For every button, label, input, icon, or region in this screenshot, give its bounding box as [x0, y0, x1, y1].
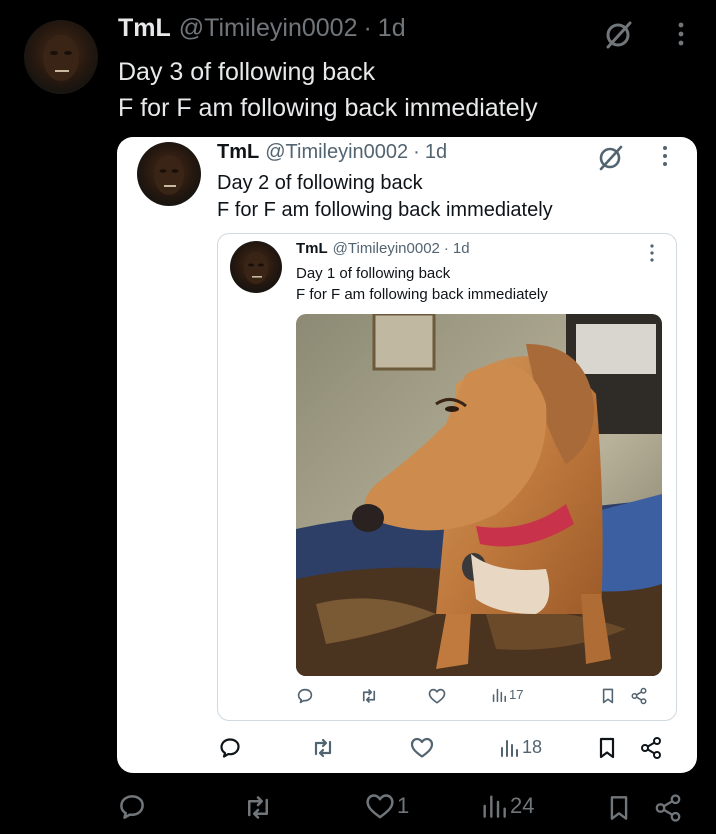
mid-share-button[interactable]: [639, 736, 663, 760]
like-icon: [366, 794, 394, 819]
media-image[interactable]: [296, 314, 662, 676]
reply-icon: [297, 688, 313, 704]
outer-views-count: 24: [510, 793, 535, 818]
avatar-face-icon: [43, 35, 79, 81]
repost-icon: [248, 796, 268, 819]
avatar-face-icon: [244, 252, 268, 284]
inner-quoted-card[interactable]: TmL @Timileyin0002 · 1d Day 1 of followi…: [217, 233, 677, 721]
mid-views-count: 18: [522, 737, 543, 757]
mid-display-name[interactable]: TmL: [217, 141, 259, 164]
share-icon: [641, 737, 661, 759]
outer-views-button[interactable]: 24: [482, 793, 534, 819]
avatar-face-icon: [154, 155, 184, 195]
repost-icon: [314, 738, 332, 758]
outer-bookmark-button[interactable]: [608, 795, 630, 821]
mid-text-line2: F for F am following back immediately: [217, 199, 553, 221]
inner-share-button[interactable]: [630, 687, 648, 705]
outer-avatar[interactable]: [24, 20, 98, 94]
inner-like-button[interactable]: [428, 688, 446, 704]
quoted-tweet-card[interactable]: TmL @Timileyin0002 · 1d Day 2 of followi…: [117, 137, 697, 773]
inner-reply-button[interactable]: [296, 687, 314, 705]
inner-text-line1: Day 1 of following back: [296, 265, 451, 282]
mid-separator: ·: [413, 141, 420, 163]
outer-display-name[interactable]: TmL: [118, 14, 171, 43]
repost-icon: [362, 689, 376, 703]
inner-timestamp[interactable]: 1d: [453, 240, 470, 257]
inner-avatar[interactable]: [230, 241, 282, 293]
inner-views-count: 17: [509, 687, 524, 702]
outer-header: TmL @Timileyin0002 · 1d: [118, 14, 406, 43]
inner-text-line2: F for F am following back immediately: [296, 286, 548, 303]
share-icon: [655, 794, 681, 822]
mid-handle[interactable]: @Timileyin0002: [265, 141, 408, 164]
reply-icon: [220, 738, 240, 758]
outer-grok-icon[interactable]: [602, 18, 636, 52]
bookmark-icon: [610, 796, 628, 820]
outer-handle[interactable]: @Timileyin0002: [179, 14, 358, 43]
mid-more-icon[interactable]: [660, 144, 670, 168]
reply-icon: [120, 795, 144, 819]
outer-reply-button[interactable]: [117, 792, 147, 822]
mid-views-button[interactable]: 18: [500, 737, 542, 758]
inner-tweet-text: Day 1 of following back F for F am follo…: [296, 263, 548, 305]
outer-text-line2: F for F am following back immediately: [118, 94, 538, 122]
inner-header: TmL @Timileyin0002 · 1d: [296, 240, 470, 257]
inner-display-name[interactable]: TmL: [296, 240, 328, 257]
mid-bookmark-button[interactable]: [598, 737, 616, 759]
mid-avatar[interactable]: [137, 142, 201, 206]
outer-timestamp[interactable]: 1d: [378, 14, 406, 43]
mid-grok-icon[interactable]: [596, 143, 626, 173]
like-icon: [428, 688, 446, 704]
inner-repost-button[interactable]: [360, 688, 378, 704]
views-icon: [492, 688, 506, 702]
outer-repost-button[interactable]: [243, 795, 273, 820]
bookmark-icon: [599, 737, 615, 759]
mid-repost-button[interactable]: [311, 738, 335, 758]
outer-more-icon[interactable]: [675, 20, 687, 48]
mid-header: TmL @Timileyin0002 · 1d: [217, 141, 447, 164]
inner-handle[interactable]: @Timileyin0002: [333, 240, 440, 257]
mid-tweet-text: Day 2 of following back F for F am follo…: [217, 170, 553, 224]
inner-bookmark-button[interactable]: [601, 688, 615, 704]
dog-photo-icon: [296, 314, 662, 676]
outer-separator: ·: [363, 14, 372, 42]
inner-more-icon[interactable]: [648, 243, 656, 263]
outer-like-button[interactable]: 1: [365, 793, 409, 819]
mid-like-button[interactable]: [410, 737, 434, 758]
mid-text-line1: Day 2 of following back: [217, 172, 423, 194]
outer-likes-count: 1: [397, 793, 410, 818]
mid-timestamp[interactable]: 1d: [425, 141, 447, 164]
outer-share-button[interactable]: [653, 793, 683, 823]
like-icon: [410, 737, 434, 758]
inner-views-button[interactable]: 17: [492, 687, 523, 702]
inner-separator: ·: [443, 240, 449, 257]
bookmark-icon: [602, 688, 614, 704]
views-icon: [483, 795, 506, 818]
outer-text-line1: Day 3 of following back: [118, 58, 376, 86]
views-icon: [501, 739, 518, 757]
mid-reply-button[interactable]: [218, 736, 242, 760]
share-icon: [631, 687, 647, 705]
outer-tweet-text: Day 3 of following back F for F am follo…: [118, 54, 538, 126]
